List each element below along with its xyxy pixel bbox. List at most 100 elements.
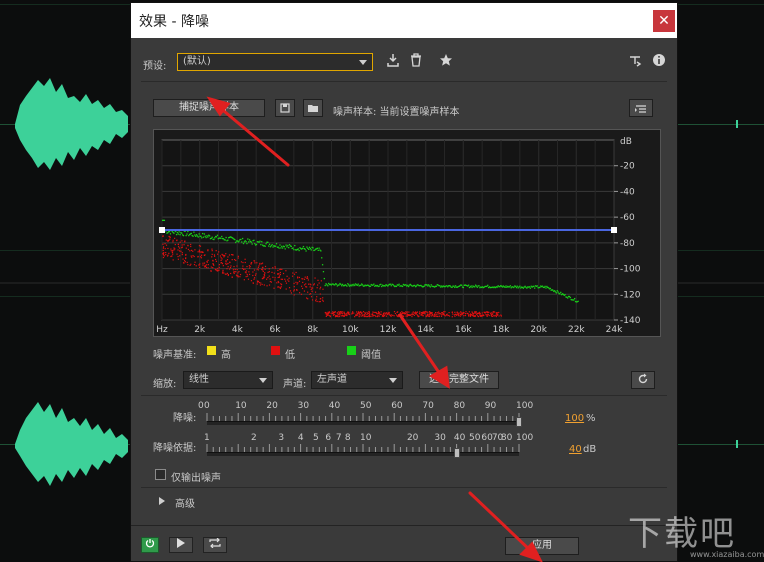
select-entire-file-button[interactable]: 选择完整文件 [419, 371, 499, 389]
reduce-by-value[interactable]: 40 [569, 444, 582, 455]
threshold-point [175, 230, 177, 233]
power-toggle-icon[interactable] [141, 537, 159, 553]
legend-label-low: 低 [285, 350, 295, 361]
close-button[interactable]: ✕ [653, 10, 675, 32]
low-noise-point [222, 269, 224, 271]
reduction-value[interactable]: 100 [565, 413, 584, 424]
routing-icon[interactable] [625, 53, 645, 71]
favorite-star-icon[interactable] [436, 53, 456, 71]
scale-tick-label: 3 [278, 433, 285, 443]
threshold-point [288, 246, 290, 249]
reduction-unit: % [586, 413, 596, 424]
scale-select[interactable]: 线性 [183, 371, 273, 389]
low-noise-point [211, 256, 213, 258]
low-noise-point [173, 249, 175, 251]
low-noise-point [474, 315, 476, 318]
low-noise-point [167, 247, 169, 250]
dialog-titlebar[interactable]: 效果 - 降噪 ✕ [131, 3, 677, 38]
low-noise-point [488, 314, 490, 317]
low-noise-point [412, 313, 414, 315]
low-noise-point [201, 251, 203, 253]
low-noise-point [369, 313, 371, 315]
advanced-label[interactable]: 高级 [175, 495, 195, 510]
threshold-point [514, 285, 517, 287]
low-noise-point [471, 311, 473, 313]
threshold-point [352, 285, 354, 287]
threshold-point [348, 284, 350, 286]
threshold-point [350, 285, 352, 287]
threshold-point [240, 238, 242, 241]
low-noise-point [463, 315, 465, 317]
x-tick-label: 16k [455, 325, 472, 335]
low-noise-point [267, 271, 269, 274]
low-noise-point [189, 264, 191, 267]
delete-icon[interactable] [406, 53, 426, 71]
threshold-point [268, 243, 271, 246]
low-noise-point [415, 313, 417, 315]
scale-tick-label: 5 [313, 433, 319, 443]
low-noise-point [330, 312, 332, 314]
x-tick-label: 18k [493, 325, 510, 335]
low-noise-point [272, 267, 274, 269]
save-noise-icon[interactable] [275, 99, 295, 117]
low-noise-point [352, 311, 354, 313]
low-noise-point [236, 265, 238, 267]
low-noise-point [442, 313, 444, 316]
threshold-point [356, 284, 359, 286]
low-noise-point [314, 291, 317, 293]
threshold-point [234, 238, 236, 241]
threshold-point [390, 285, 392, 287]
low-noise-point [203, 254, 205, 256]
low-noise-point [310, 284, 312, 286]
low-noise-point [465, 312, 467, 315]
threshold-point [395, 285, 398, 288]
threshold-point [305, 250, 307, 252]
menu-icon[interactable] [629, 99, 653, 117]
threshold-point [285, 244, 287, 246]
open-folder-icon[interactable] [303, 99, 323, 117]
low-noise-point [273, 287, 275, 289]
threshold-point [294, 244, 296, 247]
info-icon[interactable] [649, 53, 669, 71]
low-noise-point [252, 274, 254, 277]
threshold-point [221, 235, 223, 238]
expand-arrow-icon[interactable] [159, 497, 165, 505]
low-noise-point [437, 311, 440, 313]
low-noise-point [269, 280, 271, 283]
play-icon[interactable] [169, 537, 193, 553]
channel-select[interactable]: 左声道 [311, 371, 403, 389]
low-noise-point [162, 256, 165, 259]
reduction-slider-thumb[interactable] [516, 417, 522, 427]
noise-profile-graph[interactable]: Hz 2k 4k 6k 8k 10k 12k 14k 16k 18k 20k 22k 24k dB -20 -… [153, 129, 661, 337]
low-noise-point [380, 313, 382, 315]
reduce-by-slider-thumb[interactable] [453, 448, 460, 458]
low-noise-point [200, 256, 202, 258]
low-noise-point [222, 254, 224, 256]
preset-select[interactable]: (默认) [177, 53, 373, 71]
reduce-by-slider-track[interactable] [207, 452, 519, 456]
low-noise-point [203, 262, 206, 264]
reset-icon[interactable] [631, 371, 655, 389]
low-noise-point [322, 297, 324, 299]
loop-icon[interactable] [203, 537, 227, 553]
apply-button[interactable]: 应用 [505, 537, 579, 555]
low-noise-point [359, 314, 361, 316]
low-noise-point [340, 312, 342, 314]
low-noise-point [274, 279, 276, 281]
low-noise-point [221, 258, 223, 260]
low-noise-point [202, 264, 204, 266]
low-noise-point [204, 264, 206, 267]
low-noise-point [220, 257, 222, 259]
threshold-point [381, 285, 383, 288]
reduction-slider-track[interactable] [207, 421, 519, 425]
low-noise-point [397, 314, 399, 317]
y-tick-label: -120 [620, 290, 641, 300]
save-preset-icon[interactable] [383, 53, 403, 71]
capture-noise-print-button[interactable]: 捕捉噪声样本 [153, 99, 265, 117]
low-noise-point [259, 263, 261, 265]
low-noise-point [221, 272, 224, 274]
output-noise-checkbox[interactable] [155, 469, 166, 480]
low-noise-point [183, 260, 186, 262]
threshold-point [567, 297, 569, 299]
low-noise-point [220, 259, 222, 261]
